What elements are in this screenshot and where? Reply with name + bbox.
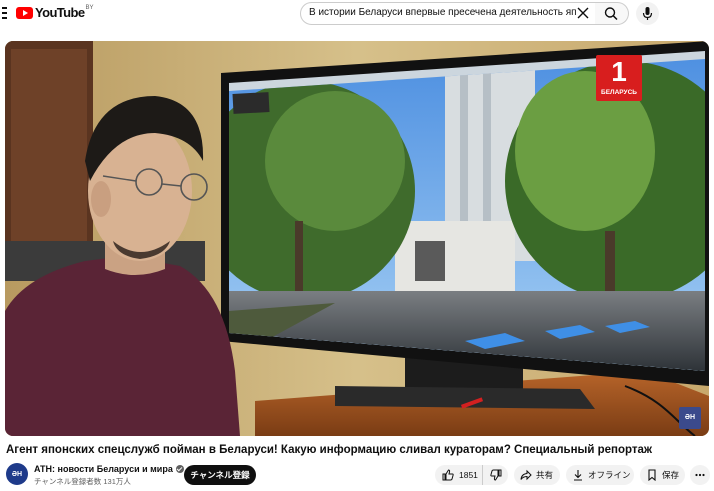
subscribe-button[interactable]: チャンネル登録: [184, 465, 256, 485]
channel-logo-overlay: 1 БЕЛАРУСЬ: [596, 55, 642, 101]
search-input[interactable]: В истории Беларуси впервые пресечена дея…: [309, 7, 577, 18]
like-count: 1851: [459, 470, 478, 480]
subscriber-count: チャンネル登録者数 131万人: [34, 477, 131, 486]
like-dislike-group: 1851: [435, 465, 508, 485]
bookmark-icon: [648, 469, 656, 481]
download-label: オフライン: [588, 470, 631, 480]
clear-search-icon[interactable]: [575, 5, 591, 21]
microphone-icon: [642, 7, 653, 20]
download-icon: [574, 470, 582, 481]
search-button[interactable]: [595, 2, 629, 25]
youtube-logo[interactable]: YouTube BY: [16, 5, 94, 20]
voice-search-button[interactable]: [636, 2, 659, 25]
verified-icon: [175, 465, 184, 473]
search-box[interactable]: В истории Беларуси впервые пресечена дея…: [300, 2, 596, 25]
channel-name[interactable]: АТН: новости Беларуси и мира: [34, 464, 173, 474]
logo-text: YouTube: [35, 5, 85, 20]
channel-avatar[interactable]: ӘН: [6, 463, 28, 485]
corner-watermark: ӘН: [679, 407, 701, 429]
save-button[interactable]: 保存: [640, 465, 685, 485]
thumbs-down-icon: [489, 469, 501, 481]
thumbs-up-icon: [442, 469, 454, 481]
channel-name-row[interactable]: АТН: новости Беларуси и мира: [34, 464, 184, 474]
logo-region: BY: [85, 4, 94, 11]
like-button[interactable]: 1851: [435, 465, 483, 485]
dislike-button[interactable]: [483, 469, 508, 481]
more-icon: [695, 473, 705, 477]
top-bar: YouTube BY В истории Беларуси впервые пр…: [0, 0, 714, 28]
search-icon: [604, 7, 618, 21]
download-button[interactable]: オフライン: [566, 465, 634, 485]
share-icon: [520, 469, 532, 481]
video-player[interactable]: 1 БЕЛАРУСЬ ӘН: [5, 41, 709, 436]
youtube-logo-icon: [16, 6, 33, 19]
save-label: 保存: [662, 470, 680, 480]
share-label: 共有: [536, 470, 554, 480]
more-actions-button[interactable]: [690, 465, 710, 485]
video-title: Агент японских спецслужб пойман в Белару…: [6, 444, 653, 456]
overlay-logo-text: БЕЛАРУСЬ: [601, 89, 637, 96]
share-button[interactable]: 共有: [514, 465, 560, 485]
menu-icon[interactable]: [2, 7, 7, 19]
overlay-logo-number: 1: [611, 56, 627, 87]
